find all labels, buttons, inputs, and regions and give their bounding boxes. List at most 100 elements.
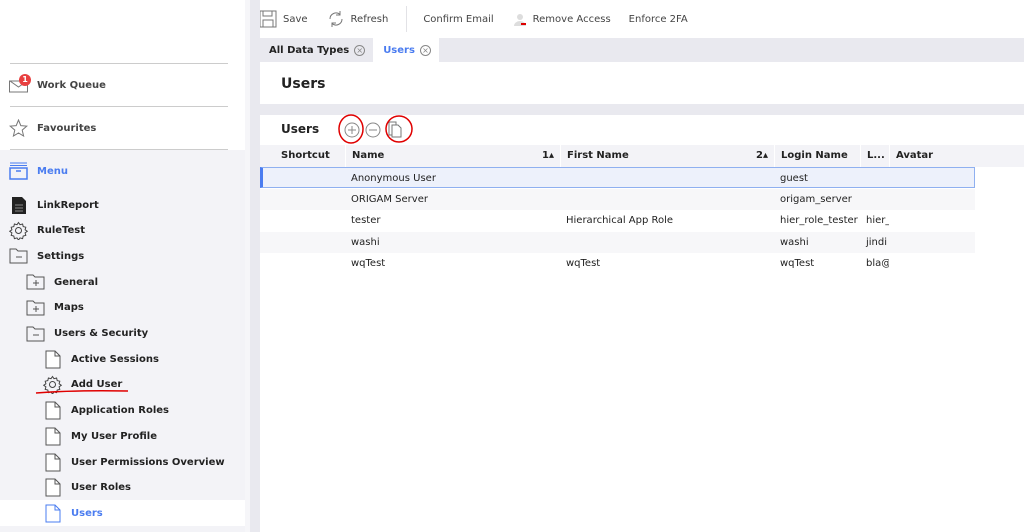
sidebar-item-user-permissions-overview[interactable]: User Permissions Overview <box>43 451 225 473</box>
document-icon <box>43 453 62 472</box>
table-cell <box>889 210 975 231</box>
confirm-email-button[interactable]: Confirm Email <box>423 14 493 25</box>
document-icon <box>43 427 62 446</box>
table-cell: origam_server <box>780 193 852 205</box>
notification-badge: 1 <box>19 73 31 86</box>
table-cell <box>560 232 774 253</box>
sidebar-item-users-security[interactable]: Users & Security <box>26 323 148 345</box>
remove-user-icon <box>513 14 526 26</box>
table-row[interactable]: tester Hierarchical App Role hier_role_tes… <box>260 210 975 231</box>
table-cell: bla@ <box>866 258 889 269</box>
sidebar-item-work-queue[interactable]: 1 Work Queue <box>9 73 106 96</box>
folder-icon <box>9 248 28 264</box>
red-annotation-circles <box>338 114 413 144</box>
table-cell <box>860 189 889 210</box>
table-cell <box>889 168 975 189</box>
refresh-button[interactable]: Refresh <box>326 9 388 29</box>
sidebar: 1 Work Queue Favourites Menu LinkReport R… <box>0 0 245 532</box>
column-header-avatar[interactable]: Avatar <box>889 145 975 167</box>
sidebar-item-general[interactable]: General <box>26 271 98 293</box>
title-panel: Users <box>260 62 1024 104</box>
document-icon <box>43 504 62 523</box>
save-icon <box>259 10 277 28</box>
envelope-icon: 1 <box>9 73 31 93</box>
sort-asc-indicator: 1▴ <box>542 150 554 161</box>
sidebar-item-favourites[interactable]: Favourites <box>9 117 96 139</box>
tab-all-data-types[interactable]: All Data Types × <box>250 38 373 62</box>
table-cell <box>889 189 975 210</box>
sidebar-item-maps[interactable]: Maps <box>26 297 84 319</box>
tab-bar: All Data Types × Users × <box>250 38 1024 62</box>
document-icon <box>43 478 62 497</box>
red-annotation-underline <box>35 390 129 394</box>
sidebar-item-users[interactable]: Users <box>43 502 103 524</box>
folder-icon <box>26 274 45 290</box>
toolbar: Save Refresh Confirm Email Remove Access… <box>250 0 1024 38</box>
star-icon <box>9 119 28 137</box>
sidebar-item-my-user-profile[interactable]: My User Profile <box>43 425 157 447</box>
table-header: Shortcut Name 1▴ First Name 2▴ Login Name … <box>260 145 1024 167</box>
table-cell: guest <box>780 173 808 184</box>
sidebar-item-application-roles[interactable]: Application Roles <box>43 400 169 422</box>
menu-box-icon <box>9 162 28 180</box>
table-cell <box>889 232 975 253</box>
table-cell: ORIGAM Server <box>351 193 428 205</box>
sidebar-item-linkreport[interactable]: LinkReport <box>9 194 99 216</box>
table-cell: Hierarchical App Role <box>566 215 674 226</box>
table-cell <box>275 232 345 253</box>
column-header-name[interactable]: Name 1▴ <box>345 145 560 167</box>
tab-users[interactable]: Users × <box>373 38 439 62</box>
column-header-shortcut[interactable]: Shortcut <box>275 145 345 167</box>
report-icon <box>9 196 28 215</box>
table-row[interactable]: Anonymous User guest <box>260 167 975 188</box>
remove-access-button[interactable]: Remove Access <box>512 12 611 26</box>
table-cell: wqTest <box>566 258 601 269</box>
table-row[interactable]: washi washi jindi <box>260 231 975 253</box>
sidebar-item-ruletest[interactable]: RuleTest <box>9 220 85 242</box>
table-cell: wqTest <box>780 258 815 269</box>
document-icon <box>43 401 62 420</box>
table-cell: hier_ <box>866 215 889 226</box>
table-cell <box>275 168 345 189</box>
sidebar-item-settings[interactable]: Settings <box>9 245 84 267</box>
sidebar-item-menu[interactable]: Menu <box>9 160 68 182</box>
divider <box>406 6 408 32</box>
table-cell: tester <box>351 215 381 226</box>
folder-icon <box>26 326 45 342</box>
close-icon[interactable]: × <box>419 44 431 56</box>
enforce-2fa-button[interactable]: Enforce 2FA <box>629 14 688 25</box>
page-title: Users <box>281 76 326 92</box>
divider <box>10 63 228 64</box>
table-row[interactable]: wqTest wqTest wqTest bla@ <box>260 253 975 274</box>
selected-item-background <box>0 500 245 527</box>
column-header-login-name[interactable]: Login Name <box>774 145 860 167</box>
document-icon <box>43 350 62 369</box>
table-cell <box>275 210 345 231</box>
divider <box>10 149 228 150</box>
sidebar-item-user-roles[interactable]: User Roles <box>43 477 131 499</box>
table-cell <box>889 253 975 274</box>
gear-icon <box>9 221 28 241</box>
save-button[interactable]: Save <box>258 9 308 29</box>
table-cell: jindi <box>866 236 888 248</box>
table-cell: washi <box>351 236 380 248</box>
column-header-first-name[interactable]: First Name 2▴ <box>560 145 774 167</box>
section-title: Users <box>281 122 320 136</box>
table-cell: wqTest <box>351 258 386 269</box>
column-header-l[interactable]: L... <box>860 145 889 167</box>
table-cell: Anonymous User <box>351 173 436 184</box>
splitter-edge <box>245 0 250 532</box>
table-cell: washi <box>780 236 809 248</box>
table-cell <box>860 168 889 189</box>
folder-icon <box>26 300 45 316</box>
refresh-icon <box>329 11 343 27</box>
table-cell <box>560 189 774 210</box>
sidebar-item-active-sessions[interactable]: Active Sessions <box>43 348 159 370</box>
close-icon[interactable]: × <box>354 44 366 56</box>
divider <box>10 106 228 107</box>
table-cell <box>275 253 345 274</box>
table-cell <box>275 189 345 210</box>
sort-asc-indicator: 2▴ <box>756 150 768 161</box>
table-row[interactable]: ORIGAM Server origam_server <box>260 188 975 210</box>
table-cell: hier_role_tester <box>780 215 858 226</box>
